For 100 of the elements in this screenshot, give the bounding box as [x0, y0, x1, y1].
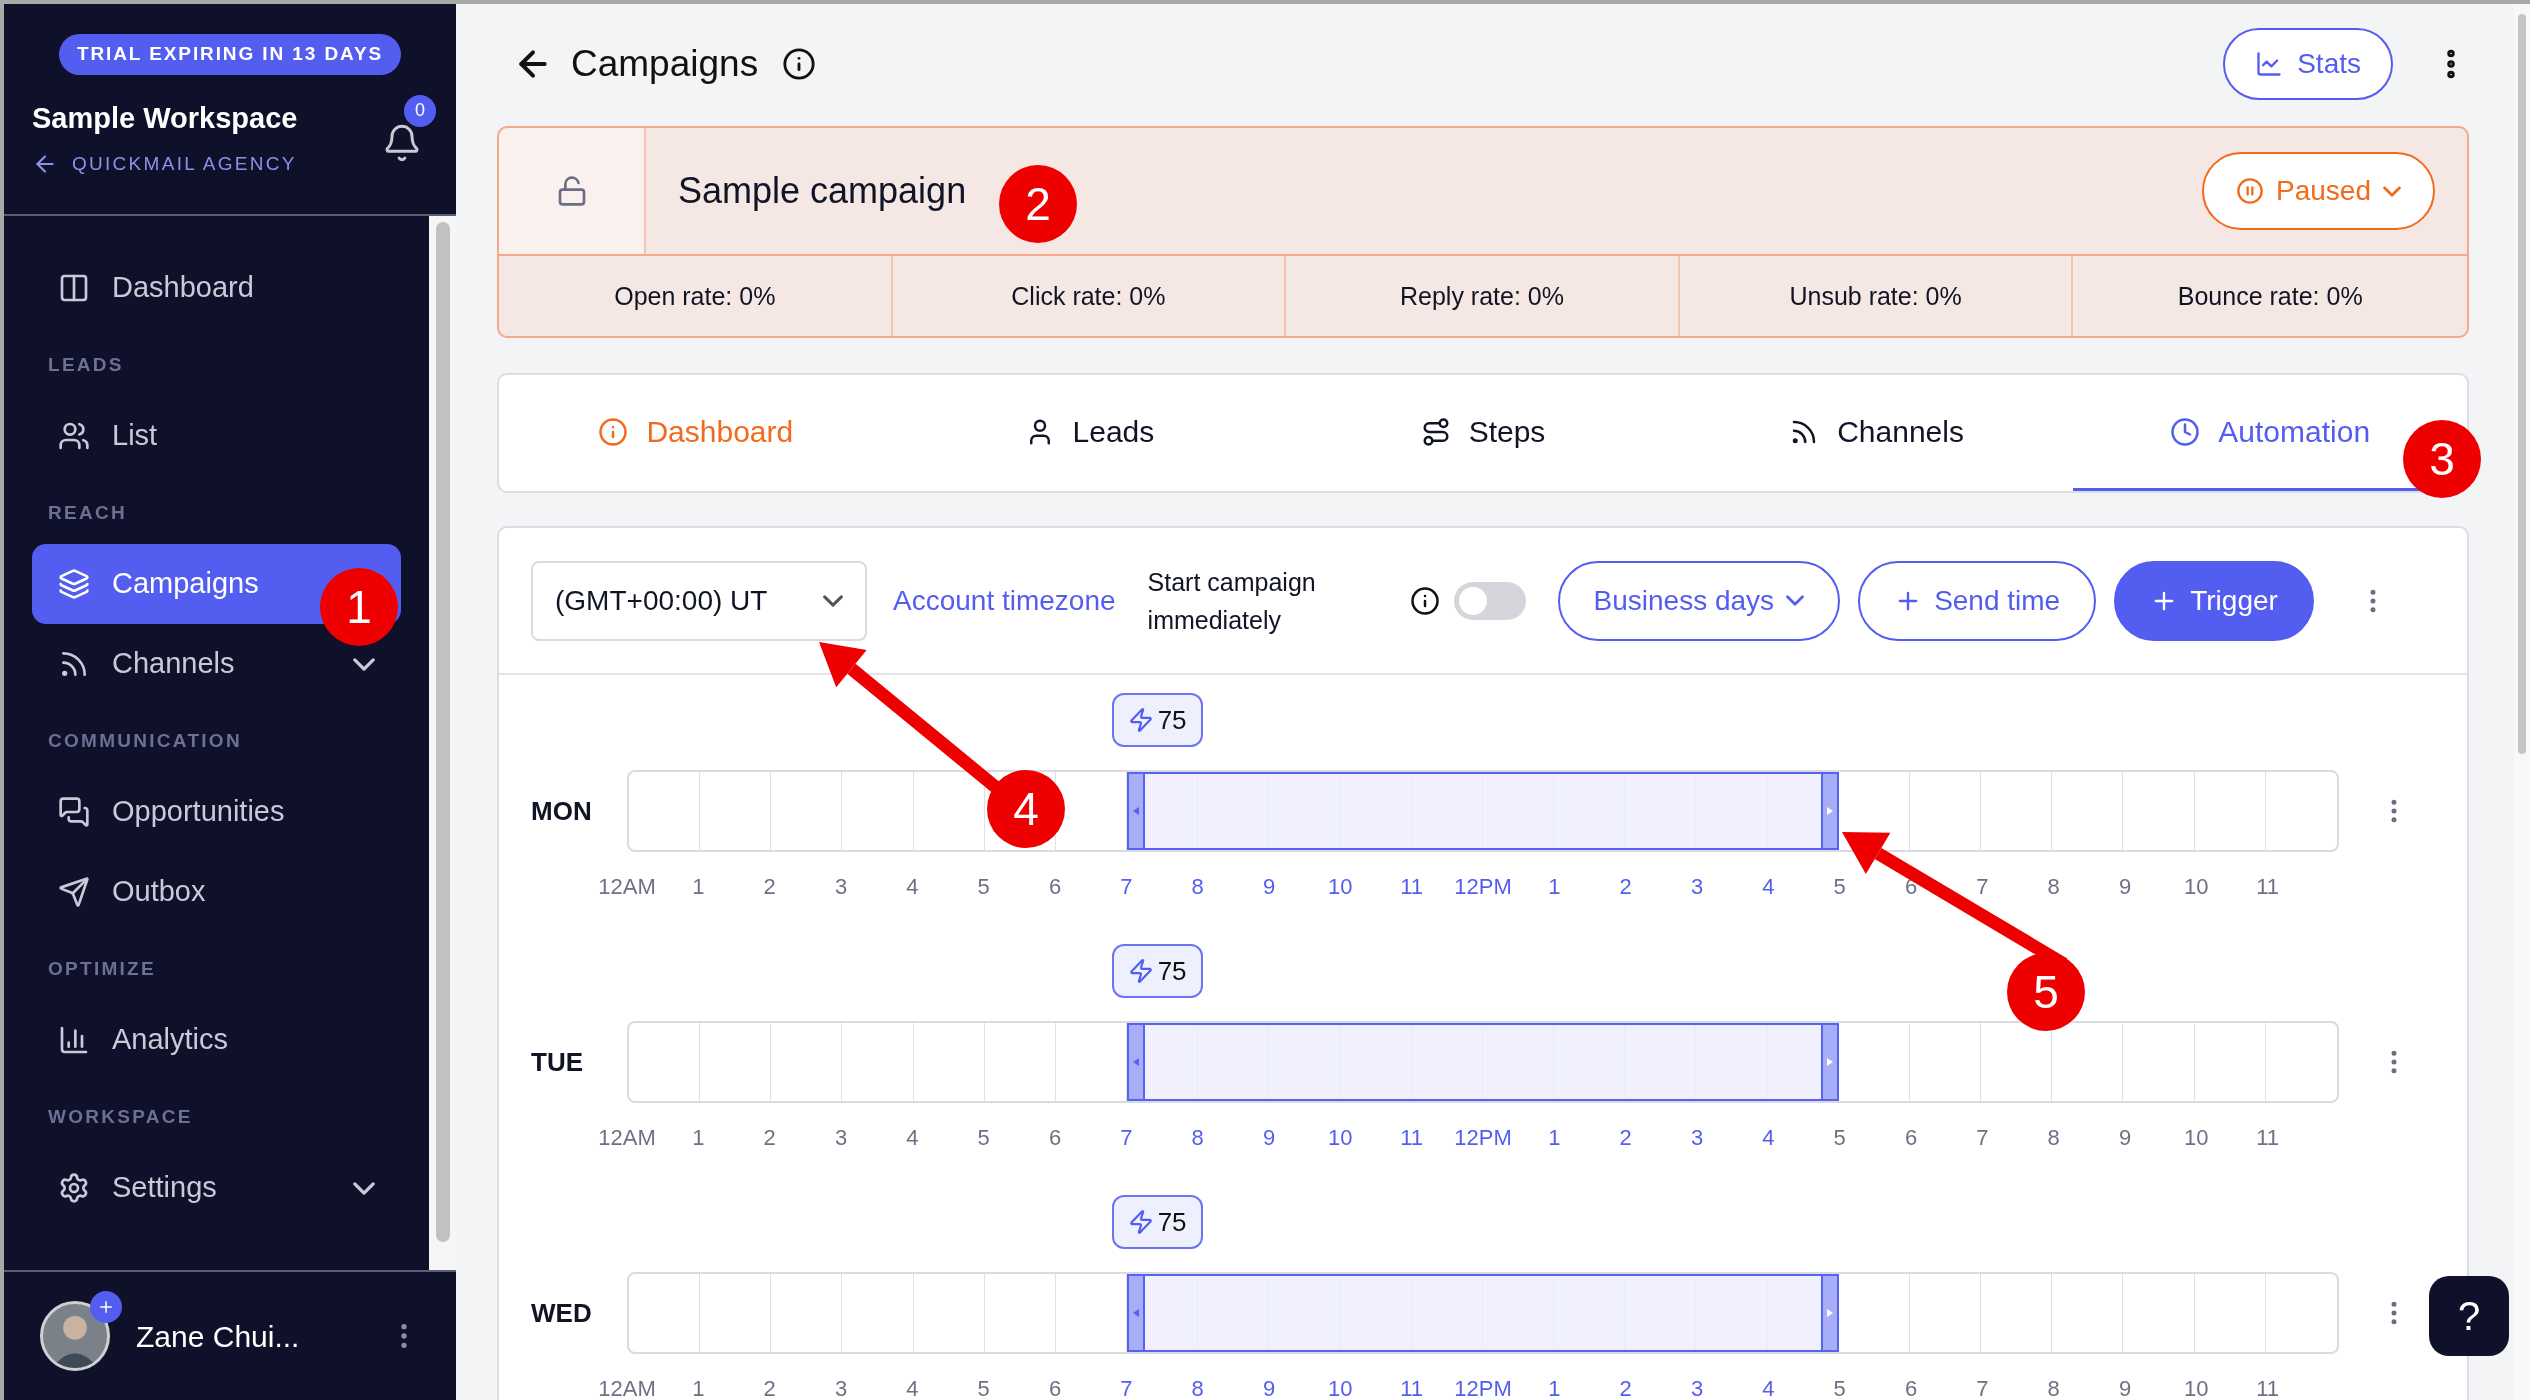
hour-label: 2	[1619, 1124, 1632, 1152]
sidebar-item[interactable]: Outbox	[32, 852, 401, 932]
hour-label: 2	[763, 1375, 776, 1400]
nav-icon	[58, 568, 90, 600]
hour-label: 8	[1191, 1375, 1204, 1400]
time-track[interactable]	[627, 1272, 2339, 1354]
tab[interactable]: Channels	[1679, 375, 2074, 491]
stat-value: Open rate: 0%	[614, 280, 776, 312]
hour-label: 12PM	[1454, 873, 1512, 901]
hour-label: 10	[1328, 1375, 1353, 1400]
nav-icon	[58, 876, 90, 908]
agency-link[interactable]: QUICKMAIL AGENCY	[32, 150, 298, 179]
hour-label: 10	[2184, 1124, 2209, 1152]
trigger-count-bubble[interactable]: 75	[1111, 693, 1203, 747]
hour-label: 1	[1548, 1124, 1561, 1152]
hour-label: 12AM	[598, 873, 656, 901]
chevron-down-icon	[353, 1181, 375, 1195]
chevron-down-icon	[823, 594, 843, 607]
toggle-switch[interactable]	[1453, 581, 1526, 620]
account-timezone-link[interactable]: Account timezone	[893, 579, 1116, 622]
stat-value: Bounce rate: 0%	[2177, 280, 2363, 312]
trigger-count-bubble[interactable]: 75	[1111, 1195, 1203, 1249]
hour-label: 1	[692, 1375, 705, 1400]
dropdown-button[interactable]: Business days	[1557, 560, 1841, 641]
hour-label: 5	[1833, 873, 1846, 901]
end-handle[interactable]	[1820, 774, 1837, 848]
start-immediately-label: Start campaign immediately	[1147, 566, 1317, 636]
add-badge-icon[interactable]	[90, 1291, 122, 1323]
hour-label: 7	[1120, 1375, 1133, 1400]
hour-label: 7	[1120, 1124, 1133, 1152]
sidebar-item[interactable]: Opportunities	[32, 772, 401, 852]
start-handle[interactable]	[1129, 774, 1146, 848]
timezone-select[interactable]: (GMT+00:00) UT	[531, 560, 867, 641]
end-handle[interactable]	[1820, 1025, 1837, 1099]
info-icon[interactable]	[782, 47, 817, 82]
info-icon[interactable]	[1409, 585, 1440, 616]
tab-icon	[2170, 416, 2201, 447]
lightning-icon	[1127, 707, 1154, 733]
scrollbar-thumb[interactable]	[435, 222, 450, 1242]
hour-label: 10	[1328, 873, 1353, 901]
nav-icon	[58, 796, 90, 828]
time-track[interactable]	[627, 770, 2339, 852]
hour-label: 11	[1400, 1375, 1424, 1400]
hour-label: 10	[2184, 1375, 2209, 1400]
sidebar-item[interactable]: Analytics	[32, 1000, 401, 1080]
hour-label: 6	[1048, 1124, 1062, 1152]
hour-label: 5	[977, 1375, 990, 1400]
trigger-count-bubble[interactable]: 75	[1111, 944, 1203, 998]
hour-label: 9	[2118, 1124, 2132, 1152]
hour-label: 9	[1262, 1375, 1276, 1400]
hour-label: 9	[2118, 1375, 2132, 1400]
start-handle[interactable]	[1129, 1276, 1146, 1350]
time-track[interactable]	[627, 1021, 2339, 1103]
page-scrollbar[interactable]	[2514, 4, 2530, 1400]
hour-label: 6	[1048, 873, 1062, 901]
hour-label: 3	[1690, 1124, 1704, 1152]
hour-label: 7	[1976, 873, 1989, 901]
send-window[interactable]	[1127, 1023, 1839, 1101]
tab[interactable]: Leads	[892, 375, 1287, 491]
hour-label: 10	[1328, 1124, 1353, 1152]
hour-label: 12PM	[1454, 1375, 1512, 1400]
hour-label: 2	[1619, 1375, 1632, 1400]
sidebar-item[interactable]: Dashboard	[32, 248, 401, 328]
hour-label: 7	[1976, 1375, 1989, 1400]
help-button[interactable]: ?	[2429, 1276, 2509, 1356]
hour-label: 3	[834, 873, 848, 901]
sidebar-item[interactable]: Settings	[32, 1148, 401, 1228]
hour-label: 8	[1191, 873, 1204, 901]
hour-label: 4	[1762, 1124, 1775, 1152]
end-handle[interactable]	[1820, 1276, 1837, 1350]
hour-label: 4	[1762, 1375, 1775, 1400]
notification-count: 0	[404, 94, 436, 127]
hour-label: 2	[763, 1124, 776, 1152]
hour-label: 8	[2047, 1124, 2060, 1152]
hour-label: 5	[977, 873, 990, 901]
hour-label: 3	[1690, 873, 1704, 901]
add-button[interactable]: Trigger	[2114, 560, 2314, 641]
chevron-down-icon	[1786, 595, 1805, 606]
hour-label: 9	[2118, 873, 2132, 901]
sidebar-item[interactable]: List	[32, 396, 401, 476]
workspace-name: Sample Workspace	[32, 100, 298, 136]
stat-value: Click rate: 0%	[1011, 280, 1166, 312]
hour-label: 4	[906, 1124, 919, 1152]
start-handle[interactable]	[1129, 1025, 1146, 1099]
hour-label: 4	[1762, 873, 1775, 901]
stats-button[interactable]: Stats	[2223, 28, 2393, 101]
hour-label: 11	[2256, 873, 2280, 901]
hour-label: 12PM	[1454, 1124, 1512, 1152]
add-button[interactable]: Send time	[1858, 560, 2097, 641]
day-label: MON	[531, 794, 593, 828]
tab[interactable]: Steps	[1286, 375, 1680, 491]
hour-label: 9	[1262, 873, 1276, 901]
send-window[interactable]	[1127, 772, 1839, 850]
hour-label: 8	[2047, 873, 2060, 901]
hour-label: 3	[1690, 1375, 1704, 1400]
hour-label: 5	[977, 1124, 990, 1152]
send-window[interactable]	[1127, 1274, 1839, 1352]
hour-label: 2	[1619, 873, 1632, 901]
user-name: Zane Chui...	[136, 1318, 300, 1355]
hour-label: 1	[692, 1124, 705, 1152]
